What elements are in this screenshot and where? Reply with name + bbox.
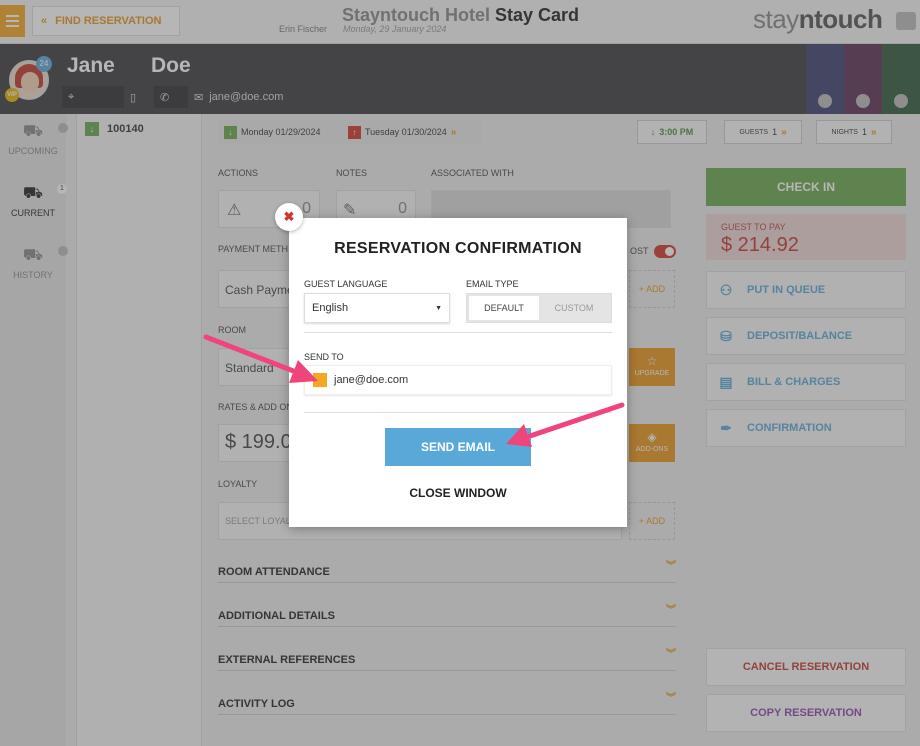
send-to-label: SEND TO bbox=[304, 352, 344, 362]
divider bbox=[304, 412, 612, 413]
reservation-confirmation-modal: RESERVATION CONFIRMATION GUEST LANGUAGE … bbox=[289, 218, 627, 527]
email-type-custom[interactable]: CUSTOM bbox=[539, 296, 609, 320]
guest-language-label: GUEST LANGUAGE bbox=[304, 279, 388, 289]
divider bbox=[304, 332, 612, 333]
close-window-button[interactable]: CLOSE WINDOW bbox=[289, 486, 627, 500]
close-icon[interactable]: ✖ bbox=[275, 203, 303, 231]
send-to-email-row[interactable]: jane@doe.com bbox=[304, 365, 612, 395]
email-type-default[interactable]: DEFAULT bbox=[469, 296, 539, 320]
modal-title: RESERVATION CONFIRMATION bbox=[334, 240, 582, 257]
email-checkbox[interactable] bbox=[313, 373, 327, 387]
email-type-toggle: DEFAULT CUSTOM bbox=[466, 293, 612, 323]
email-type-label: EMAIL TYPE bbox=[466, 279, 519, 289]
send-email-button[interactable]: SEND EMAIL bbox=[385, 428, 531, 466]
guest-language-select[interactable]: English ▼ bbox=[304, 293, 450, 323]
caret-down-icon: ▼ bbox=[435, 304, 442, 312]
